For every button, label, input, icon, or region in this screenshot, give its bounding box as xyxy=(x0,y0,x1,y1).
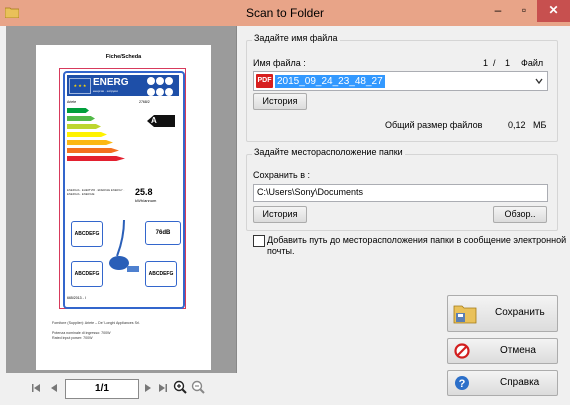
total-size-label: Общий размер файлов xyxy=(385,120,483,130)
label-brand: Ariete xyxy=(67,100,77,104)
label-small-text: ENERGIA · ЕНЕРГИЯ · ENERGIE ENERGY · ENE… xyxy=(67,188,125,196)
vacuum-cleaner-icon xyxy=(109,219,139,272)
add-path-label-line2[interactable]: почты. xyxy=(267,246,294,256)
save-to-label: Сохранить в : xyxy=(253,170,311,180)
energy-bar-c xyxy=(67,124,101,129)
rating-box-bottom-left: ABCDEFG xyxy=(71,261,103,287)
location-group-title: Задайте месторасположение папки xyxy=(252,147,405,157)
zoom-out-icon[interactable] xyxy=(191,380,205,394)
chevron-down-icon[interactable] xyxy=(535,77,543,85)
add-path-label-line1[interactable]: Добавить путь до месторасположения папки… xyxy=(267,235,566,245)
filename-combobox[interactable]: PDF 2015_09_24_23_48_27 xyxy=(253,71,548,91)
rating-box-top-left: ABCDEFG xyxy=(71,221,103,247)
file-counter-total: 1 xyxy=(505,58,511,68)
energy-bar-b xyxy=(67,116,95,121)
filename-history-button[interactable]: История xyxy=(253,93,307,110)
energy-bar-d xyxy=(67,132,107,137)
save-button-label: Сохранить xyxy=(495,307,545,318)
maximize-button[interactable]: ▫ xyxy=(511,0,537,22)
help-button[interactable]: ? Справка xyxy=(447,370,558,396)
file-counter-separator: / xyxy=(493,58,496,68)
zoom-in-icon[interactable] xyxy=(173,380,187,394)
energy-bar-g xyxy=(67,156,125,161)
label-footer: 665/2013 - I xyxy=(67,296,86,300)
page-header: Fiche/Scheda xyxy=(105,54,142,60)
energy-label-header: ★ ★ ★ ENERG енергия · ενέργεια xyxy=(67,75,179,96)
energy-word: ENERG xyxy=(93,77,129,88)
preview-navigation: 1/1 xyxy=(6,373,236,405)
pdf-file-icon: PDF xyxy=(256,74,273,88)
filename-value[interactable]: 2015_09_24_23_48_27 xyxy=(275,75,385,88)
preview-page: Fiche/Scheda ★ ★ ★ ENERG енергия · ενέργ… xyxy=(36,45,211,370)
browse-button[interactable]: Обзор.. xyxy=(493,206,547,223)
rating-box-bottom-right: ABCDEFG xyxy=(145,261,177,287)
annual-consumption-unit: kWh/annum xyxy=(135,198,157,203)
preview-pane[interactable]: Fiche/Scheda ★ ★ ★ ENERG енергия · ενέργ… xyxy=(6,26,237,373)
eu-flag-icon: ★ ★ ★ xyxy=(69,78,91,94)
total-size-unit: МБ xyxy=(533,120,547,130)
close-button[interactable]: ✕ xyxy=(537,0,570,22)
save-button[interactable]: Сохранить xyxy=(447,295,558,332)
noise-level: 76dB xyxy=(145,221,181,245)
page-notes: Fornitore (Supplier): Ariete – De' Longh… xyxy=(52,321,140,341)
next-page-icon[interactable] xyxy=(143,383,153,393)
svg-text:?: ? xyxy=(459,378,466,390)
page-note: Rated input power: 700W xyxy=(52,336,93,340)
save-path-value: C:\Users\Sony\Documents xyxy=(257,187,364,197)
prev-page-icon[interactable] xyxy=(49,383,59,393)
energy-bar-a xyxy=(67,108,89,113)
total-size-value: 0,12 xyxy=(508,120,526,130)
cancel-button[interactable]: Отмена xyxy=(447,338,558,364)
energy-bar-e xyxy=(67,140,113,145)
last-page-icon[interactable] xyxy=(158,383,168,393)
energy-class-indicator: A xyxy=(147,115,175,127)
first-page-icon[interactable] xyxy=(31,383,41,393)
folder-save-icon xyxy=(453,305,477,324)
location-history-button[interactable]: История xyxy=(253,206,307,223)
energy-bar-f xyxy=(67,148,119,153)
annual-consumption: 25.8 xyxy=(135,187,153,197)
label-header-icons xyxy=(147,77,179,99)
label-model: 2768/2 xyxy=(139,100,150,104)
page-note: Fornitore (Supplier): Ariete – De' Longh… xyxy=(52,321,140,325)
filename-label: Имя файла : xyxy=(253,58,306,68)
add-path-checkbox[interactable] xyxy=(253,235,265,247)
energy-label: ★ ★ ★ ENERG енергия · ενέργεια Ariete 27… xyxy=(63,71,185,309)
title-bar: Scan to Folder – ▫ ✕ xyxy=(0,0,570,26)
energy-subtitle: енергия · ενέργεια xyxy=(93,89,118,93)
help-icon: ? xyxy=(455,376,469,390)
file-counter-unit: Файл xyxy=(521,58,544,68)
energy-label-frame: ★ ★ ★ ENERG енергия · ενέργεια Ariete 27… xyxy=(59,68,186,309)
filename-group-title: Задайте имя файла xyxy=(252,33,340,43)
help-button-label: Справка xyxy=(500,377,540,388)
save-path-field[interactable]: C:\Users\Sony\Documents xyxy=(253,184,548,202)
cancel-button-label: Отмена xyxy=(500,345,536,356)
minimize-button[interactable]: – xyxy=(485,0,511,22)
file-counter-current: 1 xyxy=(483,58,489,68)
page-indicator[interactable]: 1/1 xyxy=(65,379,139,399)
cancel-icon xyxy=(454,343,470,359)
